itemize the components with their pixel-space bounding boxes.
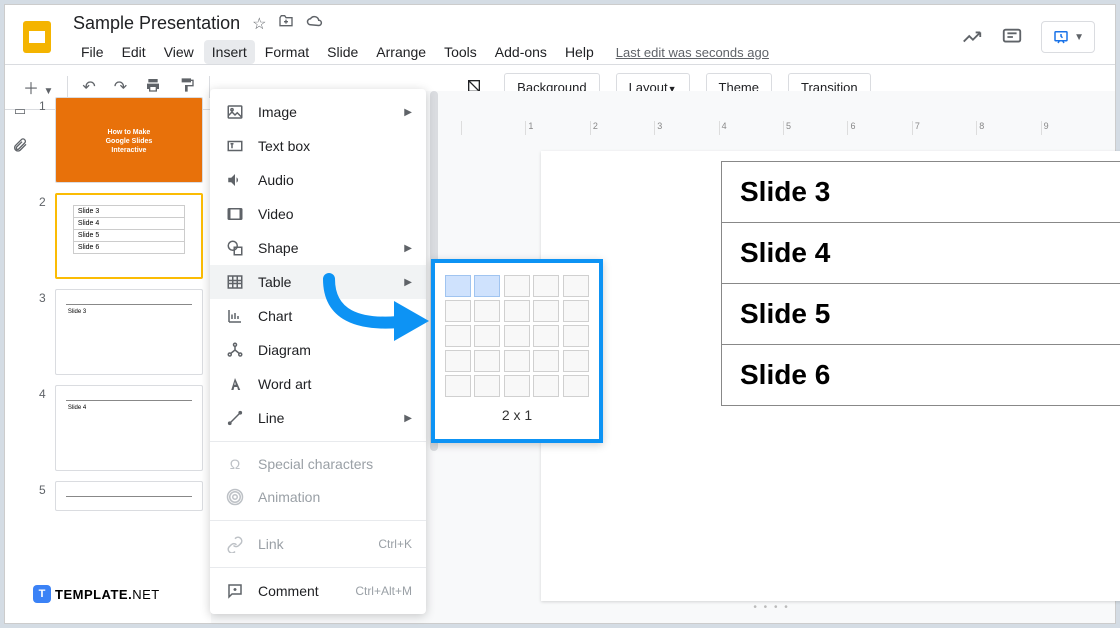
menu-item-shape[interactable]: Shape▶ (210, 231, 426, 265)
trend-icon[interactable] (961, 26, 983, 48)
grid-cell[interactable] (563, 350, 589, 372)
thumb-5[interactable] (55, 481, 203, 511)
last-edit[interactable]: Last edit was seconds ago (616, 45, 769, 60)
table-row[interactable]: Slide 3 (721, 161, 1120, 223)
grid-cell[interactable] (533, 325, 559, 347)
grid-cell[interactable] (533, 375, 559, 397)
grid-cell[interactable] (474, 350, 500, 372)
grid-cell[interactable] (504, 350, 530, 372)
comments-icon[interactable] (1001, 26, 1023, 48)
grid-cell[interactable] (504, 325, 530, 347)
menu-format[interactable]: Format (257, 40, 317, 64)
grid-cell[interactable] (474, 375, 500, 397)
filmstrip-icon[interactable]: ▭ (14, 103, 26, 119)
menu-item-special-characters: ΩSpecial characters (210, 448, 426, 480)
star-icon[interactable]: ☆ (252, 14, 266, 34)
table-row[interactable]: Slide 5 (721, 283, 1120, 345)
grid-cell[interactable] (504, 375, 530, 397)
grid-cell[interactable] (445, 300, 471, 322)
drag-handle[interactable]: • • • • (753, 602, 789, 613)
menu-item-image[interactable]: Image▶ (210, 95, 426, 129)
slide-canvas[interactable]: Slide 3Slide 4Slide 5Slide 6 (541, 151, 1120, 601)
menu-item-animation: Animation (210, 480, 426, 514)
menu-file[interactable]: File (73, 40, 112, 64)
chevron-down-icon: ▼ (1074, 32, 1084, 43)
menu-arrange[interactable]: Arrange (368, 40, 434, 64)
grid-cell[interactable] (445, 350, 471, 372)
annotation-arrow (319, 271, 439, 351)
menu-item-link: LinkCtrl+K (210, 527, 426, 561)
cloud-icon[interactable] (306, 14, 324, 33)
menu-item-line[interactable]: Line▶ (210, 401, 426, 435)
table-row[interactable]: Slide 4 (721, 222, 1120, 284)
grid-cell[interactable] (563, 375, 589, 397)
table-row[interactable]: Slide 6 (721, 344, 1120, 406)
grid-cell[interactable] (533, 350, 559, 372)
doc-title[interactable]: Sample Presentation (73, 13, 240, 34)
table-size-popup[interactable]: 2 x 1 (431, 259, 603, 443)
slides-logo (17, 17, 57, 57)
grid-cell[interactable] (563, 300, 589, 322)
thumb-2[interactable]: Slide 3Slide 4Slide 5Slide 6 (55, 193, 203, 279)
menu-insert[interactable]: Insert (204, 40, 255, 64)
grid-cell[interactable] (445, 375, 471, 397)
menu-slide[interactable]: Slide (319, 40, 366, 64)
grid-cell[interactable] (474, 275, 500, 297)
menu-add-ons[interactable]: Add-ons (487, 40, 555, 64)
grid-cell[interactable] (563, 275, 589, 297)
grid-cell[interactable] (504, 275, 530, 297)
menu-help[interactable]: Help (557, 40, 602, 64)
menu-edit[interactable]: Edit (114, 40, 154, 64)
move-icon[interactable] (278, 13, 294, 34)
grid-cell[interactable] (474, 300, 500, 322)
grid-cell[interactable] (533, 300, 559, 322)
grid-cell[interactable] (504, 300, 530, 322)
slide-thumbnails: 1How to Make Google Slides Interactive 2… (35, 91, 211, 623)
menu-item-text-box[interactable]: Text box (210, 129, 426, 163)
grid-cell[interactable] (533, 275, 559, 297)
grid-cell[interactable] (474, 325, 500, 347)
grid-cell[interactable] (445, 275, 471, 297)
menu-item-video[interactable]: Video (210, 197, 426, 231)
ruler: 123456789 (461, 121, 1105, 135)
insert-menu-dropdown: Image▶Text boxAudioVideoShape▶Table▶Char… (210, 89, 426, 614)
present-button[interactable]: ▼ (1041, 21, 1095, 53)
menu-view[interactable]: View (156, 40, 202, 64)
watermark: T TEMPLATE.NET (33, 585, 160, 603)
menu-item-audio[interactable]: Audio (210, 163, 426, 197)
attachment-icon[interactable] (12, 137, 28, 158)
grid-cell[interactable] (445, 325, 471, 347)
menu-tools[interactable]: Tools (436, 40, 485, 64)
menubar: FileEditViewInsertFormatSlideArrangeTool… (73, 40, 961, 64)
thumb-3[interactable]: Slide 3 (55, 289, 203, 375)
thumb-4[interactable]: Slide 4 (55, 385, 203, 471)
menu-item-comment[interactable]: CommentCtrl+Alt+M (210, 574, 426, 608)
thumb-1[interactable]: How to Make Google Slides Interactive (55, 97, 203, 183)
grid-cell[interactable] (563, 325, 589, 347)
menu-item-word-art[interactable]: Word art (210, 367, 426, 401)
